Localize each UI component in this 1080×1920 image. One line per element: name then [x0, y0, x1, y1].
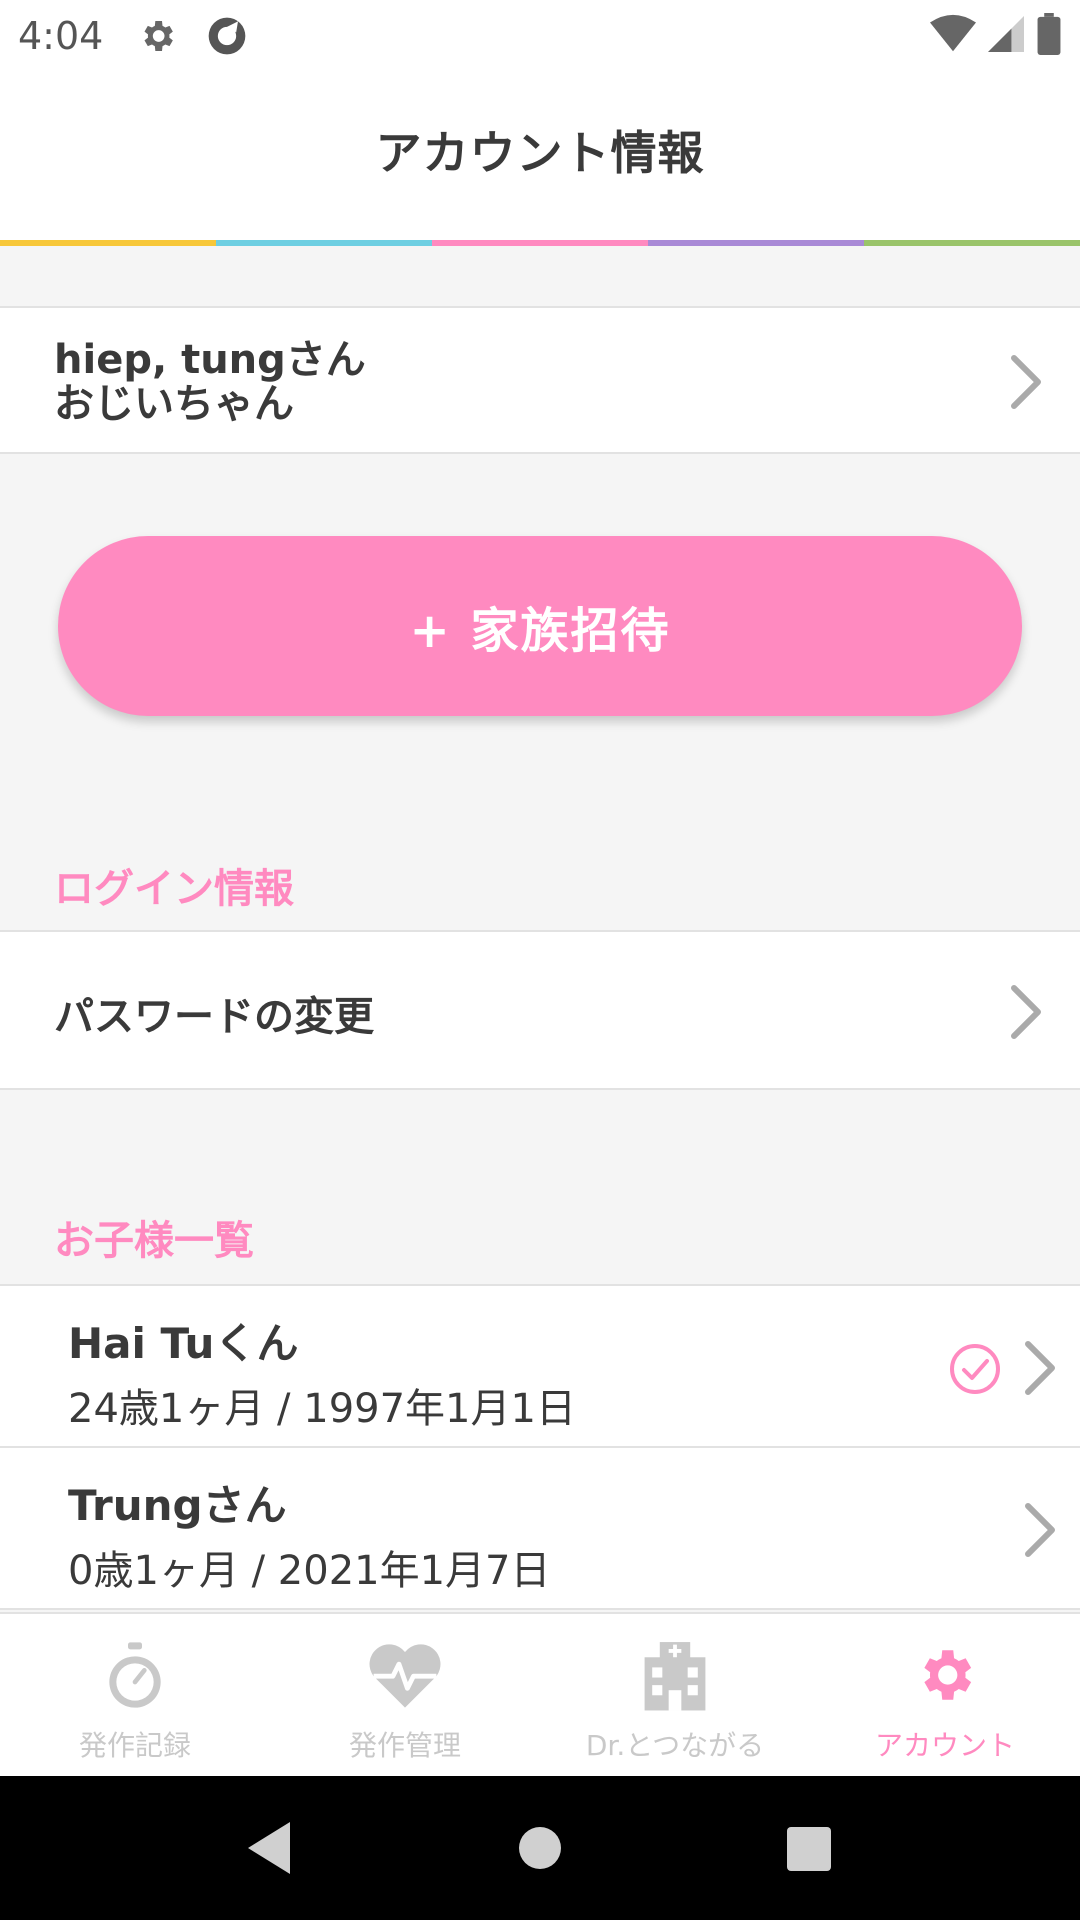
chevron-right-icon [1025, 1503, 1055, 1557]
nav-label: アカウント [874, 1729, 1015, 1762]
sync-icon [203, 12, 251, 60]
back-icon[interactable] [244, 1820, 294, 1876]
home-icon[interactable] [518, 1826, 562, 1870]
nav-seizure-record[interactable]: 発作記録 [0, 1614, 270, 1776]
user-role: おじいちゃん [54, 381, 294, 427]
nav-account[interactable]: アカウント [810, 1614, 1080, 1776]
page-title: アカウント情報 [375, 126, 705, 180]
chevron-right-icon [1011, 985, 1041, 1039]
password-change-row[interactable]: パスワードの変更 [0, 930, 1080, 1090]
check-circle-icon [950, 1344, 1000, 1394]
nav-label: 発作記録 [78, 1729, 191, 1762]
password-change-label: パスワードの変更 [54, 994, 374, 1040]
status-bar: 4:04 [0, 0, 1080, 72]
child-name: Trungさん [68, 1481, 287, 1530]
children-section-heading: お子様一覧 [54, 1218, 254, 1264]
nav-label: Dr.とつながる [585, 1729, 765, 1762]
nav-seizure-management[interactable]: 発作管理 [270, 1614, 540, 1776]
app-header: アカウント情報 [0, 72, 1080, 240]
heart-pulse-icon [362, 1632, 448, 1718]
child-row[interactable]: Trungさん 0歳1ヶ月 / 2021年1月7日 [0, 1446, 1080, 1610]
nav-connect-doctor[interactable]: Dr.とつながる [540, 1614, 810, 1776]
battery-icon [1036, 13, 1062, 59]
gear-icon [902, 1632, 988, 1718]
child-age-birthdate: 0歳1ヶ月 / 2021年1月7日 [68, 1548, 551, 1594]
user-profile-row[interactable]: hiep, tungさん おじいちゃん [0, 306, 1080, 454]
rainbow-segment [864, 240, 1080, 246]
login-section-heading: ログイン情報 [54, 866, 294, 912]
signal-icon [988, 14, 1024, 58]
stopwatch-icon [92, 1632, 178, 1718]
chevron-right-icon [1025, 1341, 1055, 1395]
child-age-birthdate: 24歳1ヶ月 / 1997年1月1日 [68, 1386, 576, 1432]
child-name: Hai Tuくん [68, 1319, 299, 1368]
hospital-icon [632, 1632, 718, 1718]
bottom-nav: 発作記録 発作管理 Dr.とつながる アカウント [0, 1612, 1080, 1776]
rainbow-segment [648, 240, 864, 246]
recents-icon[interactable] [786, 1826, 832, 1872]
nav-label: 発作管理 [348, 1729, 461, 1762]
gear-icon [133, 12, 181, 60]
chevron-right-icon [1011, 355, 1041, 409]
wifi-icon [930, 14, 976, 58]
status-time: 4:04 [18, 14, 104, 58]
invite-family-button[interactable]: + 家族招待 [58, 536, 1022, 716]
rainbow-segment [216, 240, 432, 246]
rainbow-segment [432, 240, 648, 246]
child-row[interactable]: Hai Tuくん 24歳1ヶ月 / 1997年1月1日 [0, 1284, 1080, 1448]
rainbow-segment [0, 240, 216, 246]
user-name: hiep, tungさん [54, 337, 366, 383]
system-nav-bar [0, 1776, 1080, 1920]
rainbow-divider [0, 240, 1080, 246]
